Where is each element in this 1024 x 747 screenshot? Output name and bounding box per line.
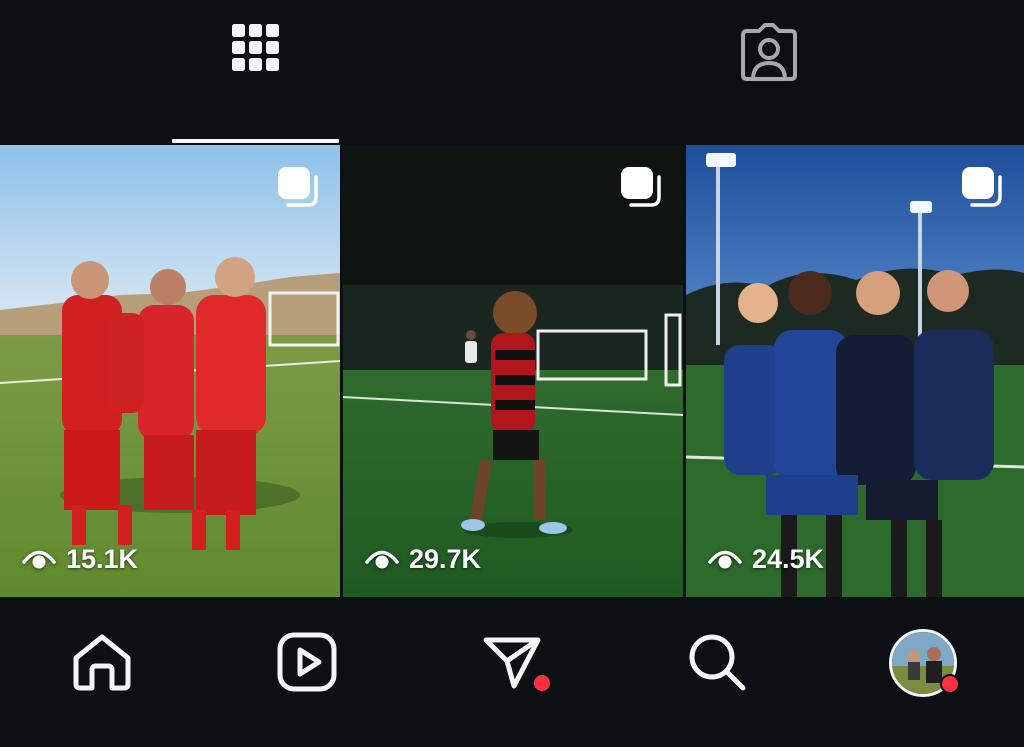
nav-direct[interactable] [477,627,552,697]
post-image [686,145,1024,597]
nav-search[interactable] [682,627,752,697]
post-image [343,145,683,597]
eye-icon [365,550,399,568]
view-count: 24.5K [708,544,824,575]
post-tile[interactable]: 15.1K [0,145,340,597]
profile-screen: 15.1K 29.7K 24.5K [0,0,1024,747]
post-image [0,145,340,597]
post-grid: 15.1K 29.7K 24.5K [0,145,1024,597]
tab-tagged[interactable] [342,0,1024,145]
tagged-person-icon [739,23,799,90]
notification-dot [532,673,552,693]
nav-home[interactable] [67,627,137,697]
nav-profile[interactable] [885,625,961,701]
search-icon [689,634,746,691]
post-tile[interactable]: 29.7K [343,145,683,597]
carousel-icon [278,167,318,207]
notification-dot [940,674,960,694]
view-count: 29.7K [365,544,481,575]
profile-tab-bar [0,0,1024,145]
view-count-label: 15.1K [66,544,139,574]
selected-tab-indicator [172,139,339,143]
home-icon [73,634,131,691]
nav-reels[interactable] [272,627,342,697]
post-tile[interactable]: 24.5K [686,145,1024,597]
view-count-label: 24.5K [752,544,825,574]
view-count: 15.1K [22,544,138,575]
eye-icon [708,550,742,568]
carousel-icon [962,167,1002,207]
bottom-navigation [0,597,1024,747]
view-count-label: 29.7K [409,544,482,574]
reels-icon [277,632,337,692]
carousel-icon [621,167,661,207]
eye-icon [22,550,56,568]
tab-grid[interactable] [0,0,342,145]
grid-icon [232,24,280,89]
